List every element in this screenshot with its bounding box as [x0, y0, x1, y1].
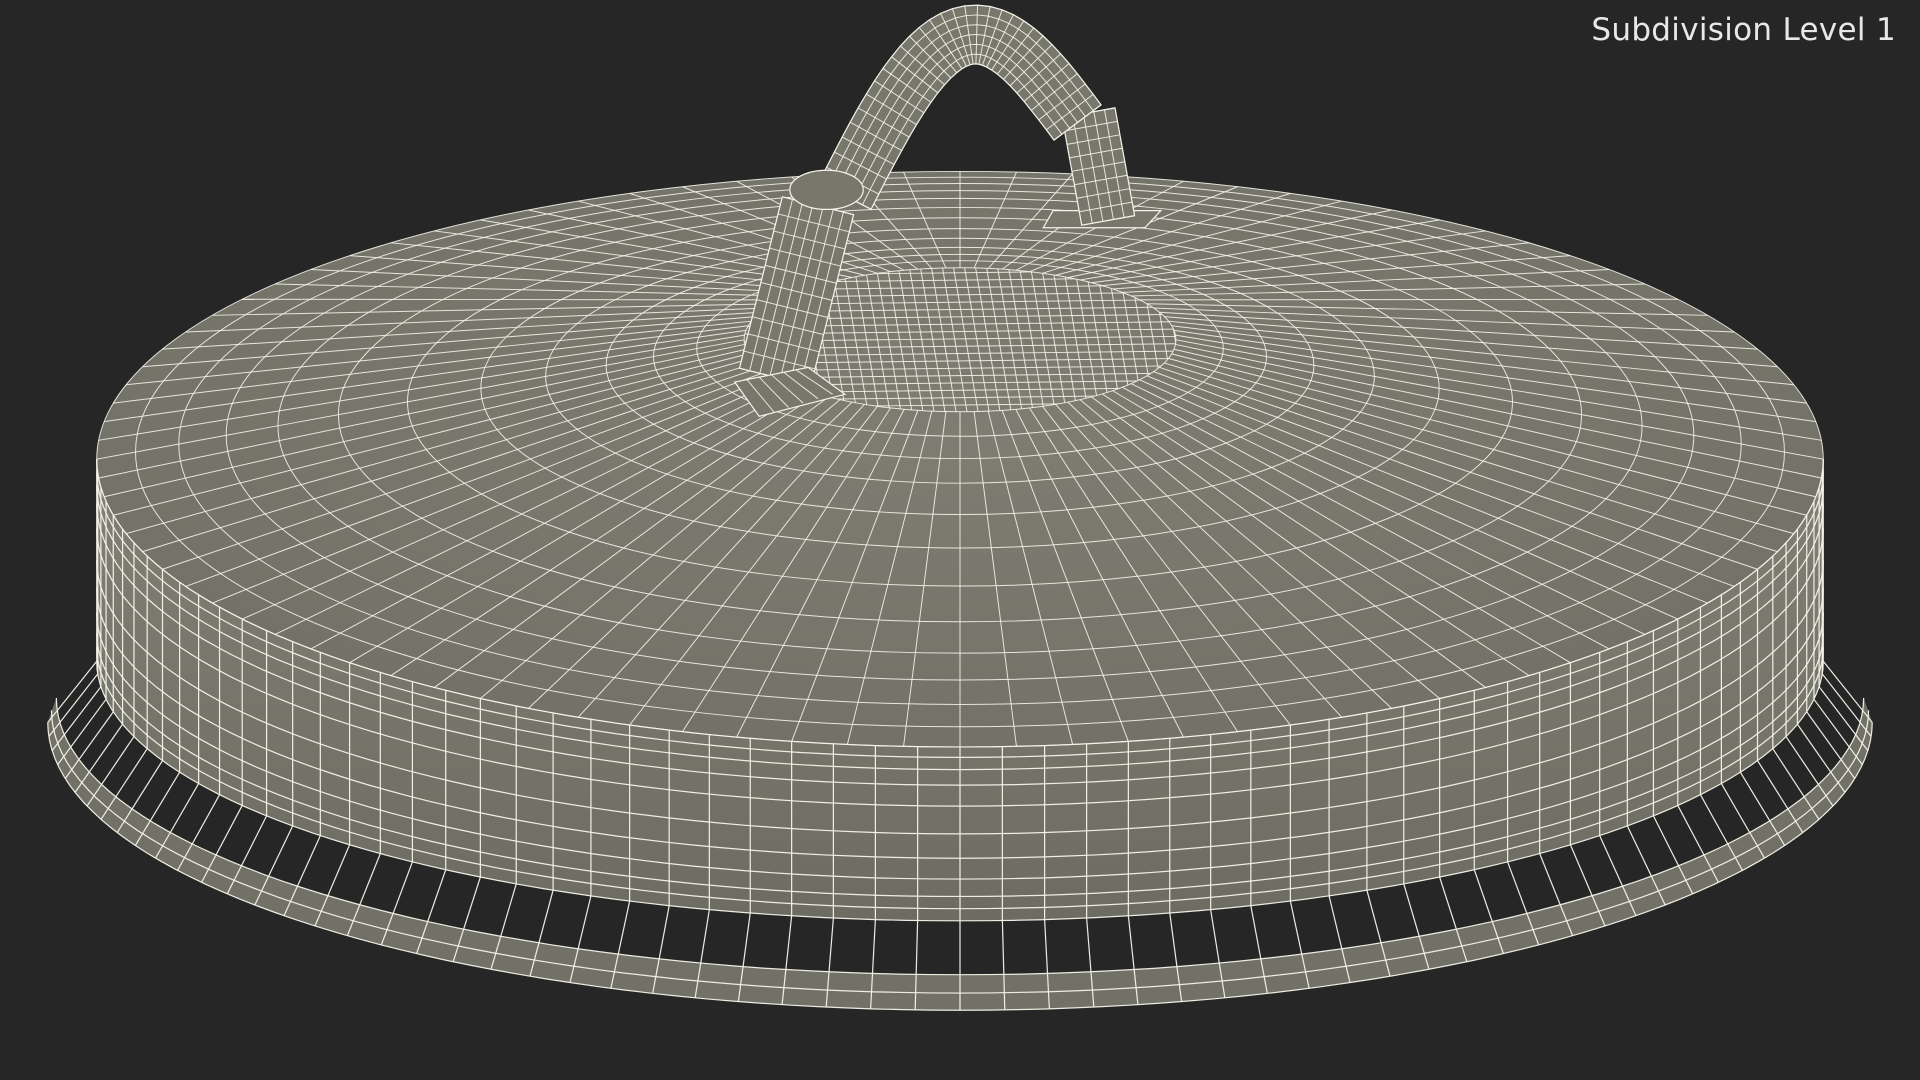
top-spoke-wire	[242, 298, 781, 301]
lid-wireframe-model	[47, 4, 1873, 1011]
flange-vertical-wire	[47, 660, 98, 723]
flange-vertical-wire	[1822, 660, 1873, 723]
top-spoke-wire	[1139, 298, 1678, 301]
handle-cap	[789, 169, 864, 211]
subdivision-level-label: Subdivision Level 1	[1591, 12, 1896, 48]
render-viewport: Subdivision Level 1	[0, 0, 1920, 1080]
